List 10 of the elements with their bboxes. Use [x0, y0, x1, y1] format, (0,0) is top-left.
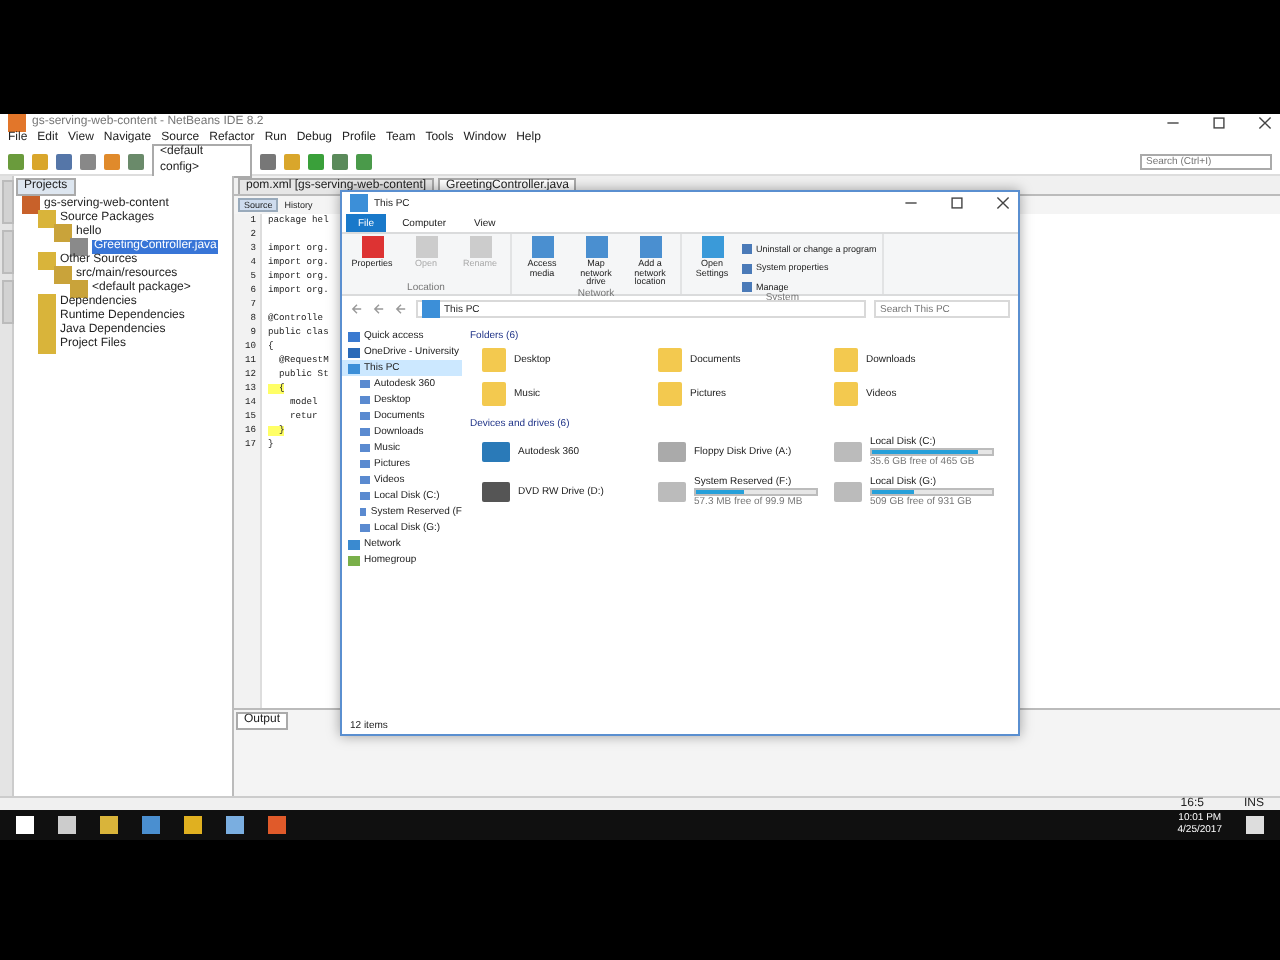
close-icon[interactable] [1258, 116, 1272, 130]
close-icon[interactable] [996, 196, 1010, 210]
back-icon[interactable] [350, 302, 364, 316]
minimize-icon[interactable] [1166, 116, 1180, 130]
side-tab[interactable] [2, 230, 14, 274]
side-tab[interactable] [2, 180, 14, 224]
side-tab[interactable] [2, 280, 14, 324]
maximize-icon[interactable] [950, 196, 964, 210]
minimize-icon[interactable] [904, 196, 918, 210]
maximize-icon[interactable] [1212, 116, 1226, 130]
